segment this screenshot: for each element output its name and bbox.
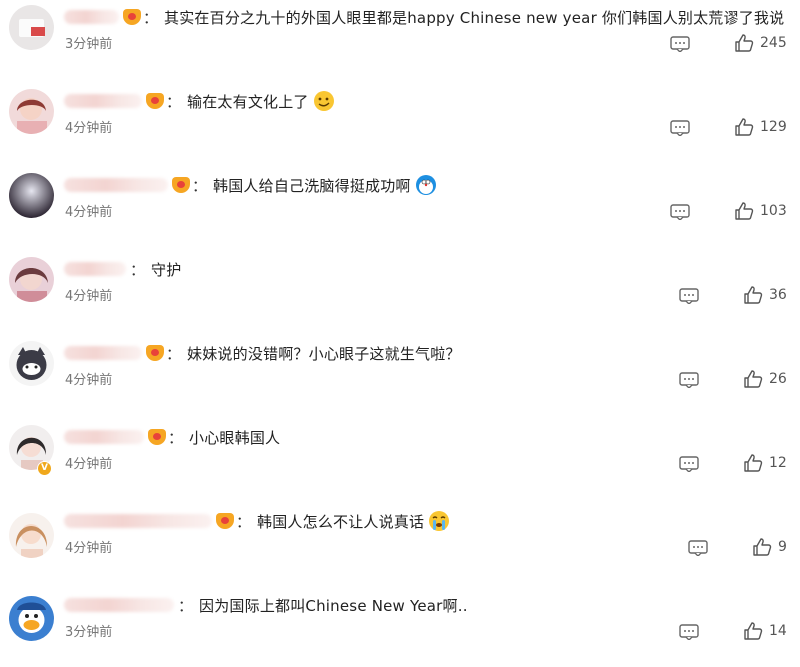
timestamp: 4分钟前 (65, 205, 113, 220)
username-blurred[interactable] (64, 430, 144, 444)
avatar-icon (9, 173, 54, 218)
comment-text: 守护 (151, 260, 182, 279)
separator: ： (168, 428, 184, 447)
thumbs-up-icon[interactable] (743, 621, 763, 641)
separator: ： (166, 92, 182, 111)
avatar[interactable] (9, 341, 54, 386)
separator: ： (166, 344, 182, 363)
crying-face-emoji (428, 510, 450, 532)
fan-badge-icon (216, 513, 234, 529)
fan-badge-icon (146, 93, 164, 109)
fan-badge-icon (123, 9, 141, 25)
username-blurred[interactable] (64, 10, 119, 24)
comment-reply-icon[interactable] (679, 372, 699, 388)
comment-text: 韩国人怎么不让人说真话 (257, 512, 425, 531)
comment-item: ： 守护 4分钟前 36 (0, 252, 800, 336)
username-blurred[interactable] (64, 94, 142, 108)
thumbs-up-icon[interactable] (743, 453, 763, 473)
thumbs-up-icon[interactable] (734, 201, 754, 221)
username-blurred[interactable] (64, 598, 174, 612)
comment-item: V ： 小心眼韩国人 4分钟前 12 (0, 420, 800, 504)
avatar-icon (9, 513, 54, 558)
separator: ： (143, 8, 159, 27)
comment-text: 小心眼韩国人 (189, 428, 281, 447)
comment-text: 其实在百分之九十的外国人眼里都是happy Chinese new year 你… (164, 8, 785, 27)
comment-reply-icon[interactable] (679, 624, 699, 640)
username-blurred[interactable] (64, 178, 168, 192)
avatar-icon (9, 5, 54, 50)
username-blurred[interactable] (64, 262, 126, 276)
thumbs-up-icon[interactable] (734, 33, 754, 53)
avatar[interactable] (9, 596, 54, 641)
like-count: 14 (769, 623, 787, 639)
thumbs-up-icon[interactable] (743, 369, 763, 389)
comment-reply-icon[interactable] (679, 456, 699, 472)
comment-text: 因为国际上都叫Chinese New Year啊.. (199, 596, 468, 615)
avatar[interactable] (9, 513, 54, 558)
timestamp: 4分钟前 (65, 541, 113, 556)
verified-badge: V (37, 461, 52, 476)
comment-list: ： 其实在百分之九十的外国人眼里都是happy Chinese new year… (0, 0, 800, 667)
comment-reply-icon[interactable] (688, 540, 708, 556)
fan-badge-icon (148, 429, 166, 445)
separator: ： (130, 260, 146, 279)
comment-text: 妹妹说的没错啊？小心眼子这就生气啦？ (187, 344, 461, 363)
thumbs-up-icon[interactable] (734, 117, 754, 137)
fan-badge-icon (172, 177, 190, 193)
fan-badge-icon (146, 345, 164, 361)
separator: ： (192, 176, 208, 195)
comment-item: ： 因为国际上都叫Chinese New Year啊.. 3分钟前 14 (0, 588, 800, 667)
comment-item: ： 输在太有文化上了 4分钟前 129 (0, 84, 800, 168)
username-blurred[interactable] (64, 346, 142, 360)
comment-item: ： 韩国人给自己洗脑得挺成功啊 4分钟前 103 (0, 168, 800, 252)
timestamp: 4分钟前 (65, 457, 113, 472)
thumbs-up-icon[interactable] (743, 285, 763, 305)
thumbs-up-icon[interactable] (752, 537, 772, 557)
like-count: 36 (769, 287, 787, 303)
like-count: 9 (778, 539, 787, 555)
like-count: 12 (769, 455, 787, 471)
comment-item: ： 其实在百分之九十的外国人眼里都是happy Chinese new year… (0, 0, 800, 84)
timestamp: 4分钟前 (65, 373, 113, 388)
avatar[interactable] (9, 257, 54, 302)
like-count: 129 (760, 119, 787, 135)
avatar-icon (9, 341, 54, 386)
timestamp: 3分钟前 (65, 37, 113, 52)
separator: ： (236, 512, 252, 531)
comment-reply-icon[interactable] (670, 204, 690, 220)
timestamp: 4分钟前 (65, 121, 113, 136)
timestamp: 4分钟前 (65, 289, 113, 304)
comment-reply-icon[interactable] (670, 120, 690, 136)
avatar-icon (9, 596, 54, 641)
avatar[interactable] (9, 89, 54, 134)
comment-reply-icon[interactable] (679, 288, 699, 304)
avatar-icon (9, 89, 54, 134)
like-count: 245 (760, 35, 787, 51)
avatar[interactable] (9, 173, 54, 218)
timestamp: 3分钟前 (65, 625, 113, 640)
avatar-icon (9, 257, 54, 302)
doraemon-emoji (415, 174, 437, 196)
smirk-face-emoji (313, 90, 335, 112)
comment-text: 输在太有文化上了 (187, 92, 309, 111)
comment-item: ： 韩国人怎么不让人说真话 4分钟前 9 (0, 504, 800, 588)
username-blurred[interactable] (64, 514, 212, 528)
like-count: 103 (760, 203, 787, 219)
like-count: 26 (769, 371, 787, 387)
comment-item: ： 妹妹说的没错啊？小心眼子这就生气啦？ 4分钟前 26 (0, 336, 800, 420)
separator: ： (178, 596, 194, 615)
avatar[interactable] (9, 5, 54, 50)
comment-text: 韩国人给自己洗脑得挺成功啊 (213, 176, 411, 195)
comment-reply-icon[interactable] (670, 36, 690, 52)
